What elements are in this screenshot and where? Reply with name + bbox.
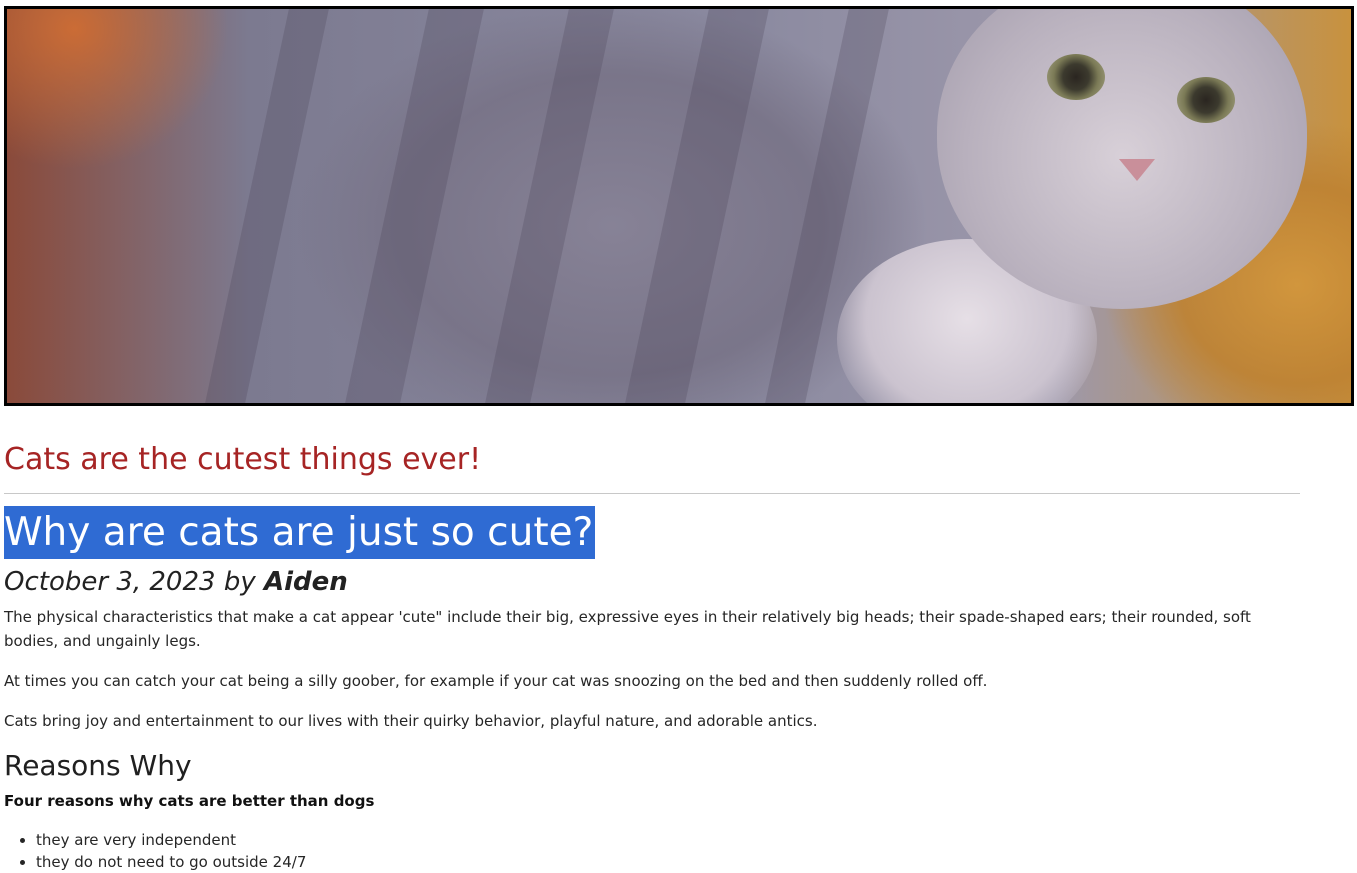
fur-stripe: [485, 9, 614, 403]
article-paragraph: At times you can catch your cat being a …: [4, 672, 988, 690]
divider: [4, 493, 1300, 494]
byline-by: by: [223, 567, 256, 597]
article-title-wrap: Why are cats are just so cute?: [4, 506, 1353, 559]
list-item: they are very independent: [36, 829, 1353, 851]
article-paragraph: Cats bring joy and entertainment to our …: [4, 712, 818, 730]
page: Cats are the cutest things ever! Why are…: [0, 6, 1357, 873]
reasons-heading: Reasons Why: [4, 749, 192, 782]
fur-stripe: [625, 9, 769, 403]
article-byline: October 3, 2023 by Aiden: [4, 567, 1353, 597]
cat-eye-left: [1047, 54, 1105, 100]
reasons-lead: Four reasons why cats are better than do…: [4, 792, 375, 810]
cat-eye-right: [1177, 77, 1235, 123]
hero-image: [4, 6, 1354, 406]
article-title[interactable]: Why are cats are just so cute?: [4, 506, 596, 559]
byline-date: October 3, 2023: [4, 567, 216, 597]
byline-author: Aiden: [263, 567, 348, 597]
fur-stripe: [205, 9, 329, 403]
fur-stripe: [345, 9, 484, 403]
list-item: they do not need to go outside 24/7: [36, 851, 1353, 873]
article-paragraph: The physical characteristics that make a…: [4, 608, 1251, 650]
site-subtitle: Cats are the cutest things ever!: [4, 442, 482, 477]
reasons-list: they are very independent they do not ne…: [4, 829, 1353, 873]
cat-nose: [1119, 159, 1155, 181]
